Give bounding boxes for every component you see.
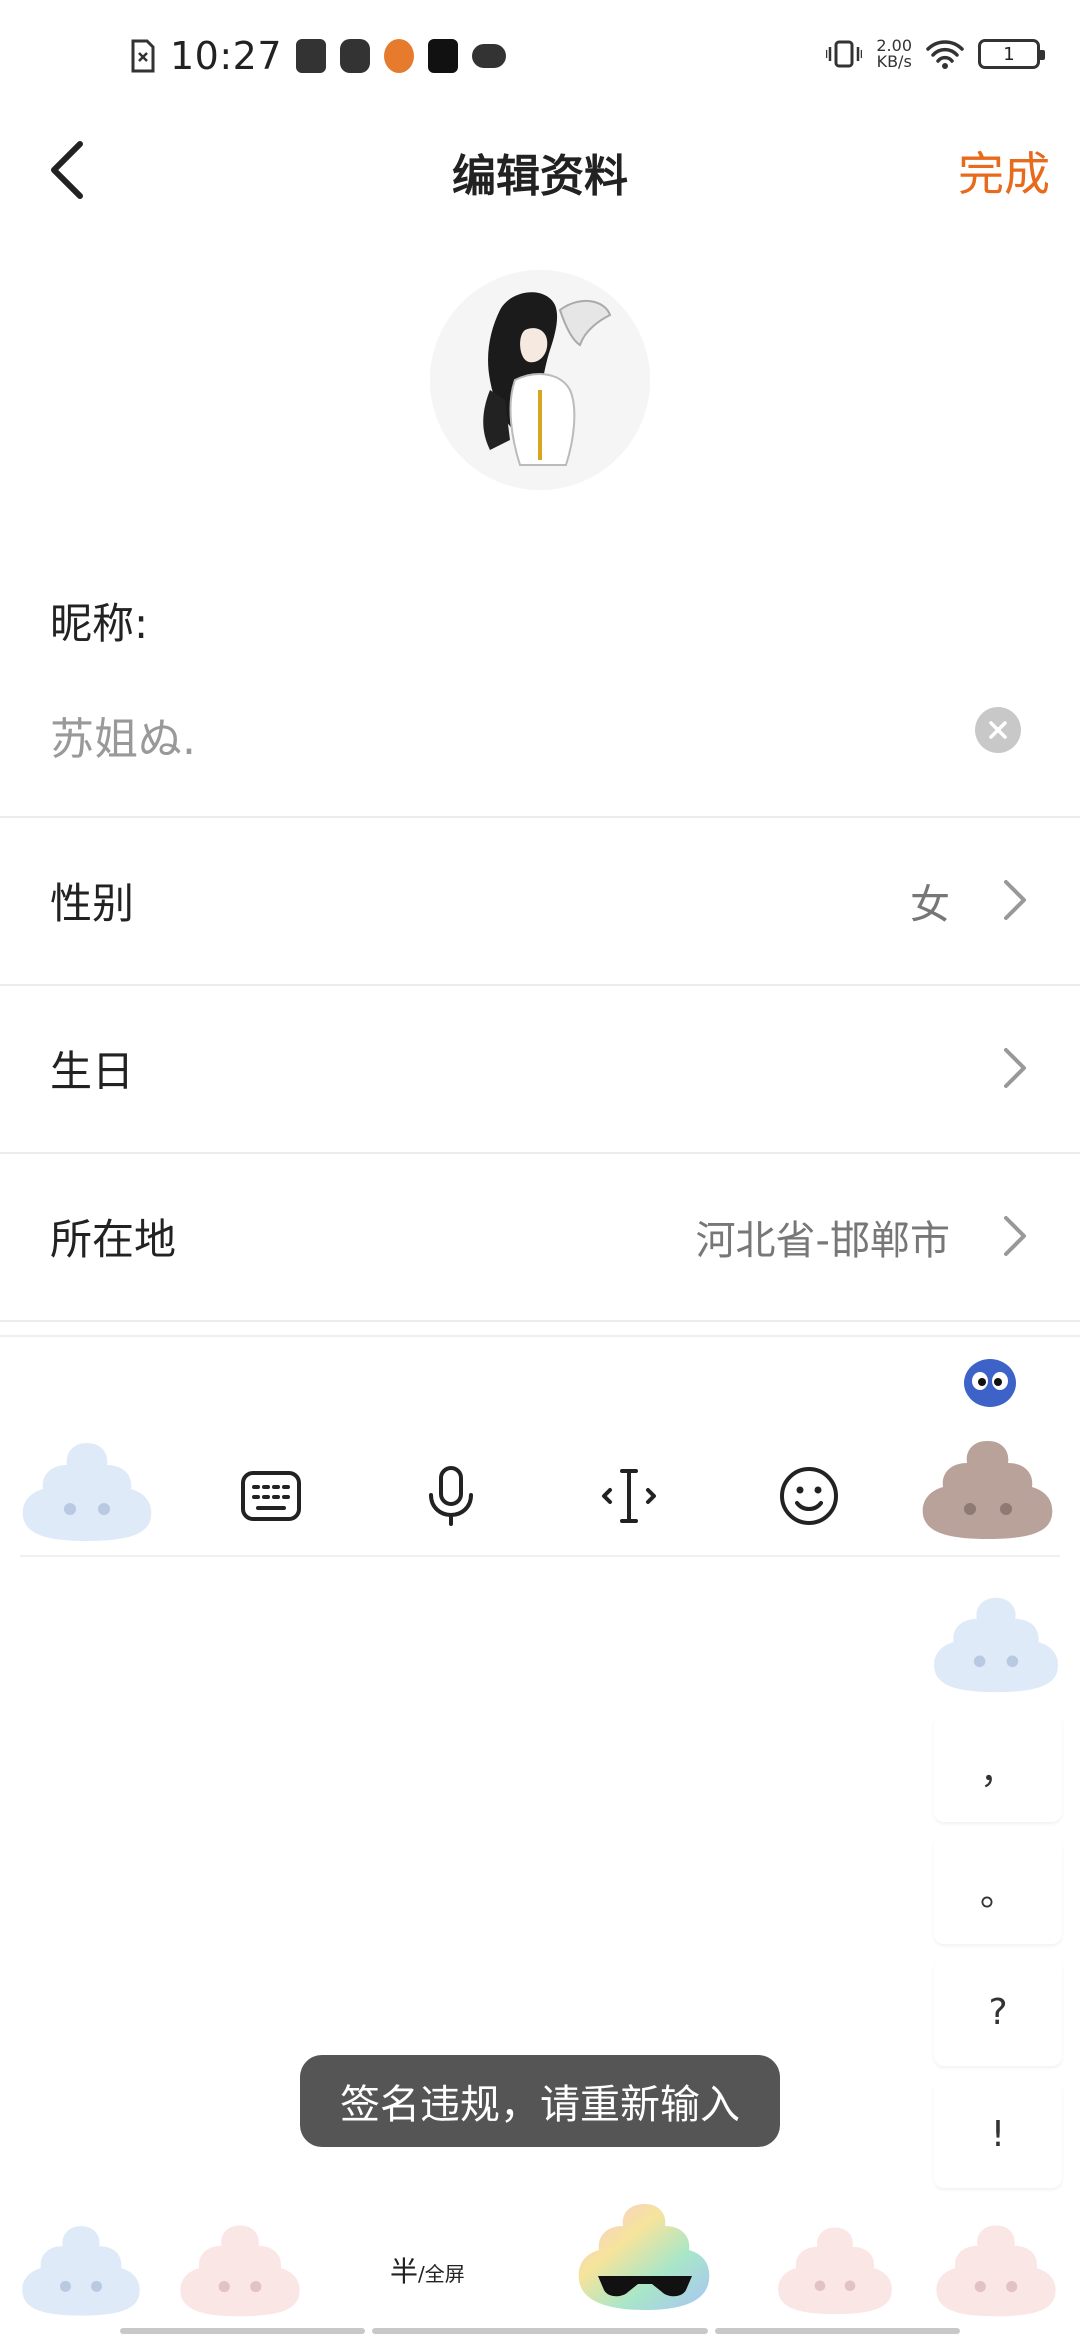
recorder-notification-icon	[428, 39, 459, 73]
cursor-icon[interactable]	[598, 1465, 660, 1527]
app-notification-icon	[384, 39, 415, 73]
nickname-label: 昵称:	[50, 599, 149, 648]
keyboard-icon[interactable]	[240, 1465, 302, 1527]
chevron-right-icon	[1004, 1216, 1026, 1256]
chevron-right-icon	[1004, 1048, 1026, 1088]
gesture-bar	[120, 2328, 365, 2334]
half-label: 半	[390, 2255, 419, 2288]
soft-keyboard	[0, 1335, 1080, 2340]
page-title: 编辑资料	[452, 151, 628, 202]
half-fullwidth-toggle[interactable]: 半/全屏	[390, 2250, 465, 2290]
poop-sticker-icon[interactable]	[18, 2218, 144, 2320]
clear-input-button[interactable]	[975, 707, 1021, 753]
location-value: 河北省-邯郸市	[695, 1218, 950, 1264]
keyboard-mascot-icon[interactable]	[960, 1353, 1020, 1409]
birthday-row[interactable]: 生日	[0, 986, 1080, 1154]
poop-sticker-icon[interactable]	[174, 2218, 306, 2320]
status-bar: 10:27 2.00 KB/s 1	[0, 0, 1080, 120]
rainbow-poop-sunglasses-icon[interactable]	[578, 2198, 712, 2322]
gender-value: 女	[910, 882, 950, 928]
gender-label: 性别	[50, 879, 135, 928]
chevron-right-icon	[1004, 880, 1026, 920]
video-notification-icon	[340, 39, 371, 73]
battery-icon: 1	[978, 39, 1045, 69]
clock: 10:27	[170, 34, 283, 78]
full-label: /全屏	[418, 2262, 465, 2286]
network-speed: 2.00 KB/s	[876, 38, 912, 70]
vibrate-icon	[826, 40, 863, 68]
question-key[interactable]: ?	[934, 1958, 1062, 2066]
gesture-bar	[715, 2328, 960, 2334]
gender-row[interactable]: 性别 女	[0, 818, 1080, 986]
location-row[interactable]: 所在地 河北省-邯郸市	[0, 1154, 1080, 1322]
poop-sticker-icon[interactable]	[918, 1433, 1058, 1545]
emoji-icon[interactable]	[778, 1465, 840, 1527]
comma-key[interactable]: ，	[934, 1714, 1062, 1822]
sim-card-icon	[131, 39, 155, 73]
cloud-icon	[472, 44, 507, 68]
tiktok-notification-icon	[296, 39, 327, 73]
battery-level: 1	[1003, 43, 1015, 65]
header: 编辑资料 完成	[0, 120, 1080, 220]
poop-sticker-icon[interactable]	[928, 1590, 1064, 1696]
birthday-label: 生日	[50, 1047, 135, 1096]
status-right: 2.00 KB/s 1	[826, 38, 1045, 70]
microphone-icon[interactable]	[420, 1465, 482, 1527]
period-key[interactable]: 。	[934, 1836, 1062, 1944]
keyboard-separator	[20, 1555, 1060, 1557]
punctuation-column: ， 。 ? !	[934, 1714, 1062, 2202]
done-button[interactable]: 完成	[958, 138, 1050, 204]
wifi-icon	[926, 40, 964, 69]
divider	[0, 1320, 1080, 1322]
poop-sticker-icon[interactable]	[774, 2218, 896, 2320]
close-icon	[989, 721, 1007, 739]
network-speed-unit: KB/s	[876, 52, 912, 71]
toast-message: 签名违规，请重新输入	[300, 2055, 780, 2147]
poop-sticker-icon[interactable]	[18, 1435, 156, 1545]
gesture-bar	[372, 2328, 708, 2334]
avatar-illustration	[430, 270, 650, 490]
status-left: 10:27	[130, 34, 507, 78]
exclamation-key[interactable]: !	[934, 2080, 1062, 2188]
location-label: 所在地	[50, 1215, 177, 1264]
poop-sticker-icon[interactable]	[930, 2218, 1062, 2320]
nickname-input[interactable]	[50, 700, 950, 770]
avatar[interactable]	[430, 270, 650, 490]
keyboard-toolbar	[0, 1437, 1080, 1557]
